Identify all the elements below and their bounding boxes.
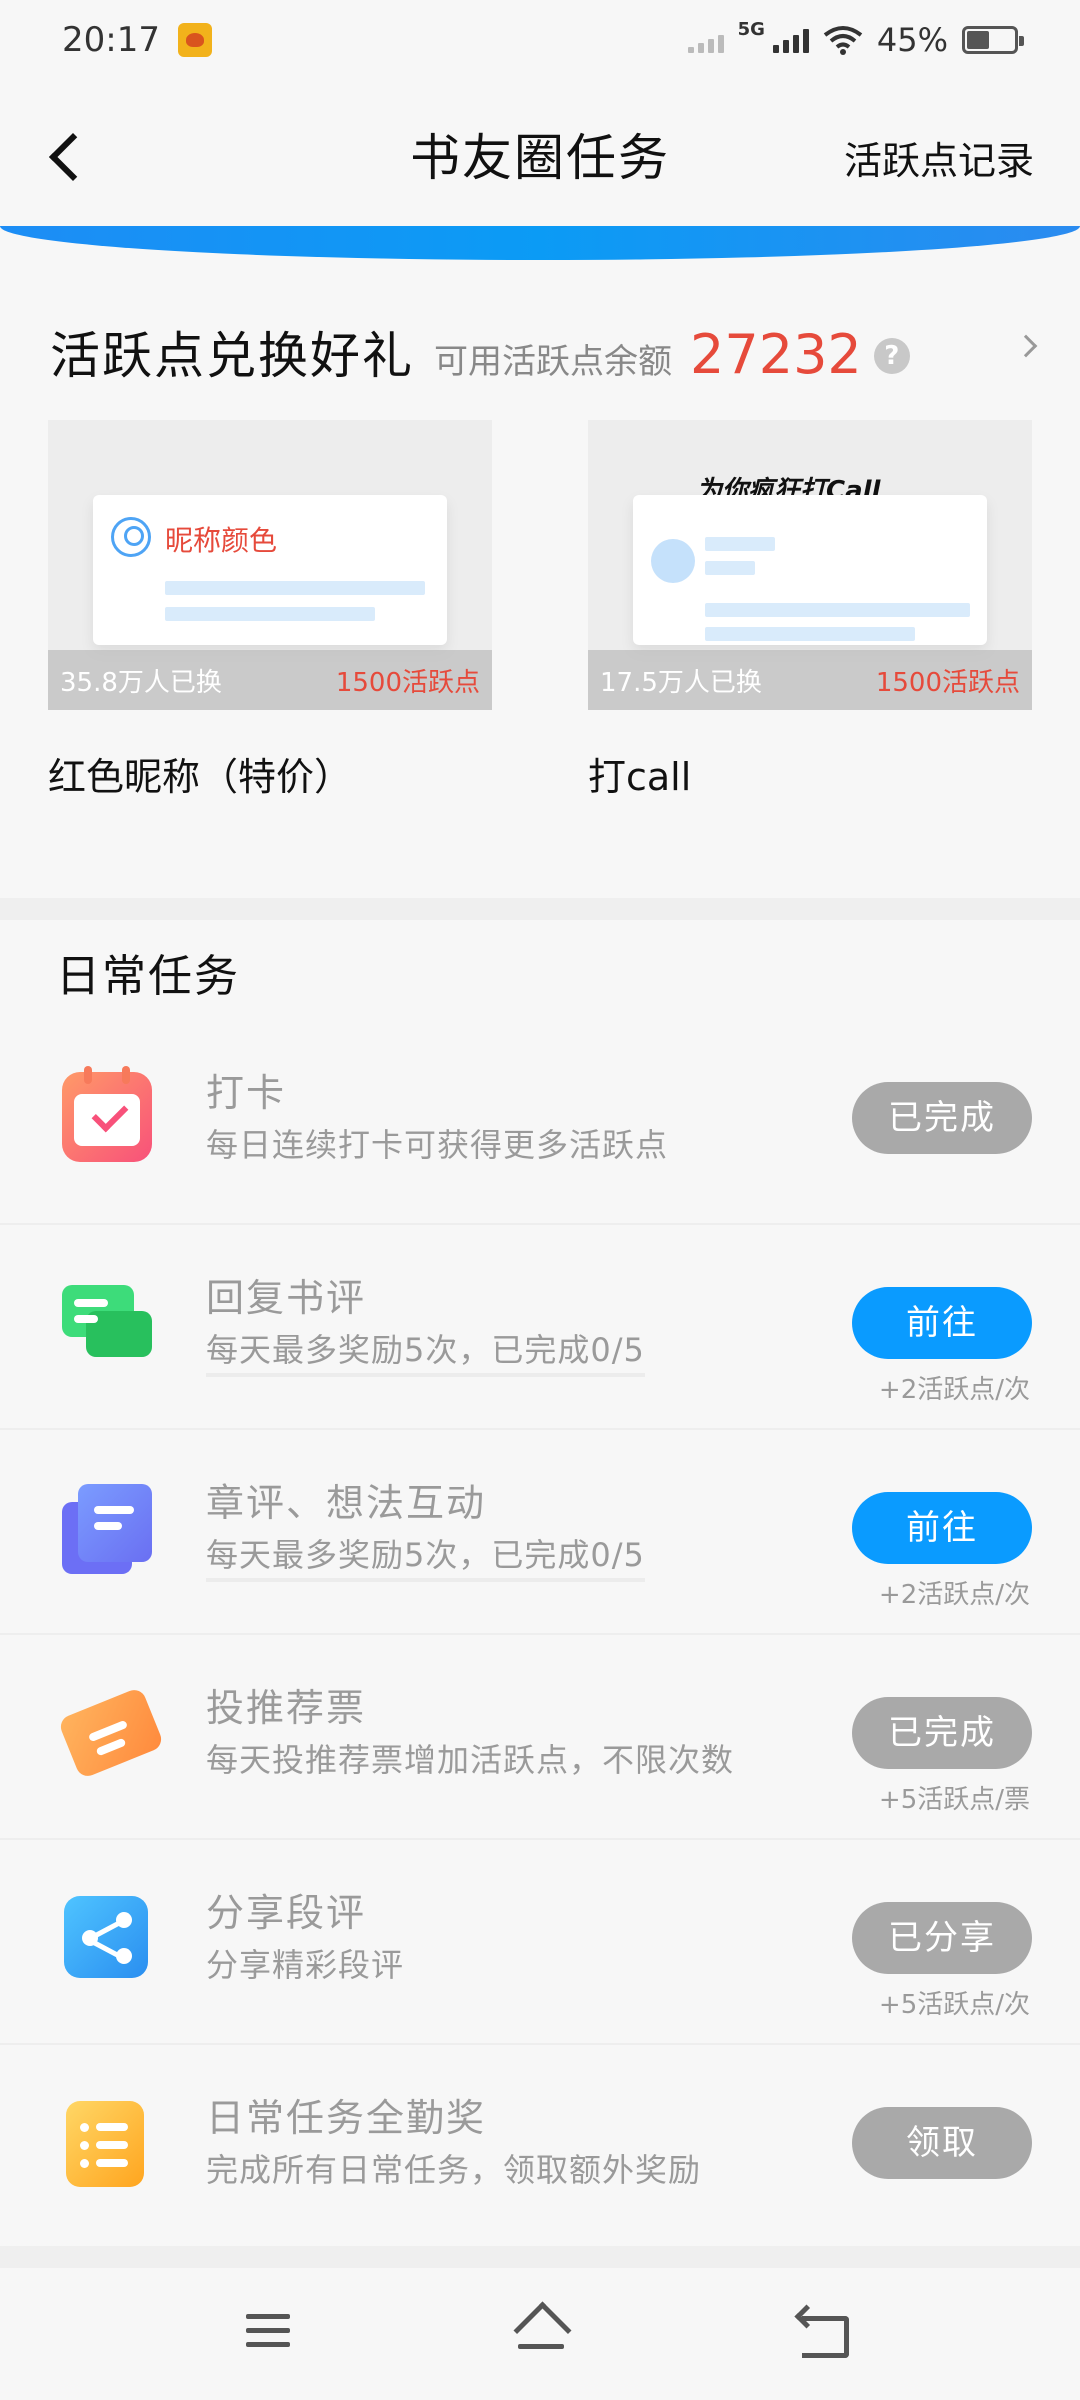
daily-tasks-section: 日常任务 打卡 每日连续打卡可获得更多活跃点 已完成 回复书评 每天最多奖励5次… [0, 920, 1080, 2246]
call-preview-mock [633, 495, 987, 645]
wifi-icon [823, 26, 863, 55]
task-checkin: 打卡 每日连续打卡可获得更多活跃点 已完成 [0, 1020, 1080, 1225]
nickname-preview-mock: 昵称颜色 [93, 495, 447, 645]
list-icon [62, 2097, 152, 2187]
activity-record-link[interactable]: 活跃点记录 [844, 130, 1034, 185]
exchange-section: 活跃点兑换好礼 可用活跃点余额 27232 ? 昵称颜色 35.8万人已换 15… [0, 260, 1080, 898]
help-icon[interactable]: ? [873, 338, 910, 374]
network-type: 5G [737, 19, 765, 40]
ticket-icon [57, 1686, 165, 1780]
task-title: 日常任务全勤奖 [206, 2096, 487, 2140]
task-title: 打卡 [206, 1071, 287, 1115]
chat-bubbles-icon [62, 1277, 152, 1367]
task-go-button[interactable]: 前往 [852, 1492, 1032, 1564]
battery-icon [962, 26, 1024, 54]
battery-percent: 45% [876, 21, 948, 59]
gift-name: 红色昵称（特价） [48, 755, 353, 799]
app-notification-icon [177, 23, 212, 57]
task-recommend-vote: 投推荐票 每天投推荐票增加活跃点，不限次数 已完成 +5活跃点/票 [0, 1635, 1080, 1840]
signal-sim2-icon [772, 27, 809, 53]
gift-info-bar: 35.8万人已换 1500活跃点 [48, 650, 492, 710]
task-reward: +2活跃点/次 [878, 1580, 1030, 1610]
task-go-button[interactable]: 前往 [852, 1287, 1032, 1359]
task-claim-button[interactable]: 领取 [852, 2107, 1032, 2179]
gift-card-red-nickname[interactable]: 昵称颜色 35.8万人已换 1500活跃点 红色昵称（特价） [48, 420, 492, 801]
task-description: 每天最多奖励5次，已完成0/5 [206, 1530, 645, 1582]
exchange-header[interactable]: 活跃点兑换好礼 可用活跃点余额 27232 ? [50, 316, 1040, 388]
task-reward: +2活跃点/次 [878, 1375, 1030, 1405]
task-share-comment: 分享段评 分享精彩段评 已分享 +5活跃点/次 [0, 1840, 1080, 2045]
gift-price: 1500活跃点 [335, 667, 480, 698]
signal-sim1-icon [687, 27, 724, 53]
section-divider [0, 898, 1080, 920]
balance-label: 可用活跃点余额 [434, 342, 672, 382]
system-nav-bar [0, 2268, 1080, 2400]
user-icon [111, 517, 151, 557]
task-title: 投推荐票 [206, 1686, 367, 1730]
task-done-button[interactable]: 已完成 [852, 1697, 1032, 1769]
preview-label: 昵称颜色 [165, 524, 278, 557]
menu-icon[interactable] [238, 2302, 298, 2362]
balance-value: 27232 [690, 323, 862, 386]
task-reward: +5活跃点/票 [878, 1785, 1030, 1815]
task-title: 章评、想法互动 [206, 1481, 487, 1525]
home-icon[interactable] [510, 2302, 570, 2362]
task-description: 每天最多奖励5次，已完成0/5 [206, 1325, 645, 1377]
status-indicators: 5G 45% [687, 19, 1024, 59]
exchange-title: 活跃点兑换好礼 [50, 327, 414, 385]
task-description: 每日连续打卡可获得更多活跃点 [206, 1126, 669, 1164]
back-icon[interactable] [796, 2302, 856, 2362]
task-reward: +5活跃点/次 [878, 1990, 1030, 2020]
task-description: 分享精彩段评 [206, 1946, 405, 1984]
task-description: 完成所有日常任务，领取额外奖励 [206, 2151, 702, 2189]
document-icon [62, 1482, 152, 1574]
task-title: 分享段评 [206, 1891, 367, 1935]
gift-price: 1500活跃点 [875, 667, 1020, 698]
avatar [651, 539, 695, 583]
task-done-button[interactable]: 已完成 [852, 1082, 1032, 1154]
chevron-right-icon[interactable] [1014, 334, 1038, 358]
status-bar: 20:17 5G 45% [0, 0, 1080, 80]
gift-exchange-count: 35.8万人已换 [60, 667, 222, 698]
gift-name: 打call [588, 755, 692, 799]
task-chapter-comment: 章评、想法互动 每天最多奖励5次，已完成0/5 前往 +2活跃点/次 [0, 1430, 1080, 1635]
gift-preview: 为你疯狂打Call 17.5万人已换 1500活跃点 [588, 420, 1032, 710]
header-wave-decoration [0, 226, 1080, 260]
task-description: 每天投推荐票增加活跃点，不限次数 [206, 1741, 735, 1779]
gift-info-bar: 17.5万人已换 1500活跃点 [588, 650, 1032, 710]
daily-tasks-title: 日常任务 [56, 951, 240, 1002]
nav-bar: 书友圈任务 活跃点记录 [0, 80, 1080, 230]
task-shared-button[interactable]: 已分享 [852, 1902, 1032, 1974]
gift-card-call[interactable]: 为你疯狂打Call 17.5万人已换 1500活跃点 打call [588, 420, 1032, 801]
section-divider [0, 2246, 1080, 2268]
share-icon [62, 1892, 152, 1982]
status-time: 20:17 [62, 20, 160, 60]
gift-preview: 昵称颜色 35.8万人已换 1500活跃点 [48, 420, 492, 710]
task-full-attendance: 日常任务全勤奖 完成所有日常任务，领取额外奖励 领取 [0, 2045, 1080, 2250]
gift-exchange-count: 17.5万人已换 [600, 667, 762, 698]
task-reply-review: 回复书评 每天最多奖励5次，已完成0/5 前往 +2活跃点/次 [0, 1225, 1080, 1430]
task-title: 回复书评 [206, 1276, 367, 1320]
calendar-check-icon [62, 1066, 152, 1162]
